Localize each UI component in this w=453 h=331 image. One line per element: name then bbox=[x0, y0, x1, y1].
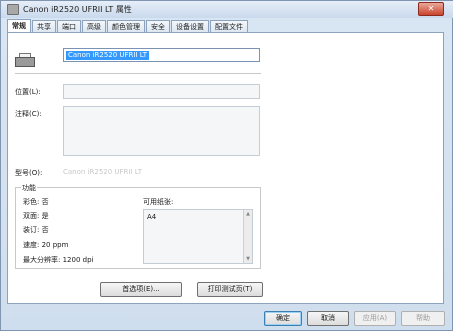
tab-strip: 常规 共享 端口 高级 颜色管理 安全 设备设置 配置文件 bbox=[7, 19, 249, 33]
preferences-button[interactable]: 首选项(E)... bbox=[100, 282, 182, 297]
printer-icon bbox=[15, 53, 35, 67]
location-input[interactable] bbox=[63, 84, 260, 99]
model-label: 型号(O): bbox=[15, 169, 43, 177]
paper-list-item[interactable]: A4 bbox=[147, 213, 156, 221]
printer-properties-window: Canon iR2520 UFRII LT 属性 ✕ 常规 共享 端口 高级 颜… bbox=[0, 0, 453, 331]
ok-button[interactable]: 确定 bbox=[264, 311, 302, 326]
feature-max-resolution: 最大分辨率: 1200 dpi bbox=[23, 256, 94, 264]
comment-label: 注释(C): bbox=[15, 110, 42, 118]
tab-general[interactable]: 常规 bbox=[7, 19, 31, 33]
feature-speed: 速度: 20 ppm bbox=[23, 241, 69, 249]
paper-label: 可用纸张: bbox=[143, 198, 174, 206]
model-value: Canon iR2520 UFRII LT bbox=[63, 168, 142, 176]
cancel-button[interactable]: 取消 bbox=[307, 311, 349, 326]
divider bbox=[15, 73, 261, 74]
comment-textarea[interactable] bbox=[63, 106, 260, 156]
feature-color: 彩色: 否 bbox=[23, 198, 49, 206]
paper-listbox[interactable]: A4 ▲ ▼ bbox=[143, 209, 253, 264]
feature-duplex: 双面: 是 bbox=[23, 212, 49, 220]
title-bar[interactable]: Canon iR2520 UFRII LT 属性 ✕ bbox=[1, 1, 453, 18]
scroll-up-icon[interactable]: ▲ bbox=[245, 211, 251, 217]
apply-button[interactable]: 应用(A) bbox=[354, 311, 396, 326]
window-title: Canon iR2520 UFRII LT 属性 bbox=[23, 5, 132, 14]
printer-icon bbox=[7, 4, 19, 15]
feature-staple: 装订: 否 bbox=[23, 226, 49, 234]
printer-name-input[interactable]: Canon iR2520 UFRII LT bbox=[63, 48, 260, 62]
scroll-down-icon[interactable]: ▼ bbox=[245, 256, 251, 262]
printer-name-value: Canon iR2520 UFRII LT bbox=[66, 51, 149, 60]
close-icon[interactable]: ✕ bbox=[418, 2, 444, 16]
print-test-page-button[interactable]: 打印测试页(T) bbox=[197, 282, 263, 297]
help-button[interactable]: 帮助 bbox=[401, 311, 445, 326]
paper-list-scrollbar[interactable]: ▲ ▼ bbox=[243, 210, 252, 263]
features-group-label: 功能 bbox=[21, 183, 37, 193]
location-label: 位置(L): bbox=[15, 88, 41, 96]
